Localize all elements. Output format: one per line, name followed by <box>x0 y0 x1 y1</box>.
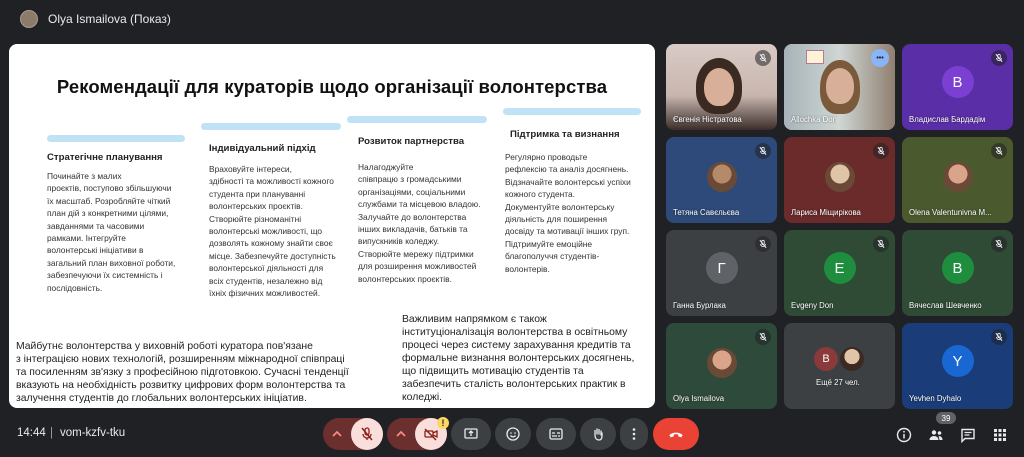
mic-off-icon <box>991 143 1007 159</box>
avatar: В <box>941 252 974 284</box>
mic-off-icon <box>991 50 1007 66</box>
avatar: Е <box>823 252 856 284</box>
captions-button[interactable] <box>536 418 576 450</box>
captions-icon <box>549 428 563 440</box>
participant-tile[interactable]: Лариса Міщирікова <box>784 137 895 223</box>
participant-name: Ещё 27 чел. <box>816 378 860 387</box>
activities-icon[interactable] <box>992 427 1008 443</box>
info-icon[interactable] <box>896 427 912 443</box>
avatar: Г <box>705 252 738 284</box>
column-3-bar <box>347 116 487 123</box>
avatar <box>824 162 855 192</box>
camera-off-icon <box>424 428 438 441</box>
chevron-up-icon <box>332 430 342 437</box>
leave-call-button[interactable] <box>653 418 699 450</box>
participant-name: Вячеслав Шевченко <box>909 301 982 310</box>
participant-tile[interactable]: Євгенія Ністратова <box>666 44 777 130</box>
hand-icon <box>594 428 603 441</box>
participant-count-badge: 39 <box>936 412 956 424</box>
participant-name: Evgeny Don <box>791 301 834 310</box>
column-1-bar <box>47 135 185 142</box>
avatar <box>706 348 737 378</box>
column-3-body: Налагоджуйте співпрацю з громадськими ор… <box>358 162 481 284</box>
emoji-icon <box>506 427 520 441</box>
participant-name: Лариса Міщирікова <box>791 208 861 217</box>
warning-badge: ! <box>437 417 449 429</box>
column-4-body: Регулярно проводьте рефлексію та аналіз … <box>505 152 631 274</box>
avatar: В <box>814 347 838 371</box>
mic-off-icon <box>991 236 1007 252</box>
hangup-icon <box>669 432 683 438</box>
mic-off-icon <box>755 329 771 345</box>
slide-footer-right: Важливим напрямком є також інституціонал… <box>402 314 635 403</box>
avatar <box>942 162 973 192</box>
column-3-heading: Розвиток партнерства <box>358 136 465 147</box>
column-2-body: Враховуйте інтереси, здібності та можлив… <box>209 164 336 299</box>
column-2-heading: Індивідуальний підхід <box>209 143 316 154</box>
mic-off-icon <box>755 143 771 159</box>
mic-off-icon <box>755 50 771 66</box>
participant-tile[interactable]: В Владислав Бардадім <box>902 44 1013 130</box>
column-1-body: Починайте з малих проєктів, поступово зб… <box>47 171 176 293</box>
chevron-up-icon <box>396 430 406 437</box>
present-screen-button[interactable] <box>451 418 491 450</box>
more-vert-icon <box>632 428 636 440</box>
participant-tile[interactable]: Тетяна Савєльєва <box>666 137 777 223</box>
mic-options-button[interactable] <box>323 418 351 450</box>
participant-tile[interactable]: Allochka Don ••• <box>784 44 895 130</box>
column-4-heading: Підтримка та визнання <box>510 129 620 140</box>
column-1-heading: Стратегічне планування <box>47 152 163 163</box>
participant-tile[interactable]: Y Yevhen Dyhalo <box>902 323 1013 409</box>
avatar <box>840 347 864 371</box>
participant-name: Владислав Бардадім <box>909 115 986 124</box>
top-bar: Olya Ismailova (Показ) <box>0 0 1024 38</box>
participant-tile[interactable]: В Вячеслав Шевченко <box>902 230 1013 316</box>
presenter-avatar <box>20 10 38 28</box>
more-options-button[interactable] <box>620 418 648 450</box>
mic-off-icon <box>361 427 373 441</box>
column-4-bar <box>503 108 641 115</box>
meet-window: Olya Ismailova (Показ) Рекомендації для … <box>0 0 1024 457</box>
present-screen-icon <box>464 428 478 439</box>
column-2-bar <box>201 123 341 130</box>
participant-name: Ганна Бурлака <box>673 301 726 310</box>
participant-tile[interactable]: Е Evgeny Don <box>784 230 895 316</box>
participant-tile[interactable]: В Ещё 27 чел. <box>784 323 895 409</box>
avatar: В <box>941 66 974 98</box>
participant-name: Allochka Don <box>791 115 837 124</box>
slide-footer-left: Майбутнє волонтерства у виховній роботі … <box>16 341 349 404</box>
meeting-code[interactable]: vom-kzfv-tku <box>60 427 125 439</box>
mic-toggle-button[interactable] <box>351 418 383 450</box>
reactions-button[interactable] <box>495 418 531 450</box>
mic-off-icon <box>873 143 889 159</box>
avatar: Y <box>941 345 974 377</box>
slide-title: Рекомендації для кураторів щодо організа… <box>56 76 608 97</box>
mic-off-icon <box>755 236 771 252</box>
participant-tile[interactable]: Olena Valentunivna M... <box>902 137 1013 223</box>
presentation-slide: Рекомендації для кураторів щодо організа… <box>9 44 655 408</box>
clock: 14:44 <box>17 427 46 439</box>
participant-name: Тетяна Савєльєва <box>673 208 740 217</box>
participant-name: Євгенія Ністратова <box>673 115 742 124</box>
mic-off-icon <box>991 329 1007 345</box>
separator: | <box>50 427 53 439</box>
raise-hand-button[interactable] <box>580 418 616 450</box>
camera-options-button[interactable] <box>387 418 415 450</box>
participant-name: Olya Ismailova <box>673 394 725 403</box>
participant-name: Olena Valentunivna M... <box>909 208 992 217</box>
mic-off-icon <box>873 236 889 252</box>
participant-tile[interactable]: Г Ганна Бурлака <box>666 230 777 316</box>
more-horiz-icon[interactable]: ••• <box>871 49 889 67</box>
chat-icon[interactable] <box>960 427 976 443</box>
avatar <box>706 162 737 192</box>
presenter-name: Olya Ismailova (Показ) <box>48 12 171 26</box>
participant-tile[interactable]: Olya Ismailova <box>666 323 777 409</box>
participant-name: Yevhen Dyhalo <box>909 394 962 403</box>
bottom-bar: 14:44 | vom-kzfv-tku ! <box>0 414 1024 457</box>
people-icon[interactable] <box>928 427 944 443</box>
